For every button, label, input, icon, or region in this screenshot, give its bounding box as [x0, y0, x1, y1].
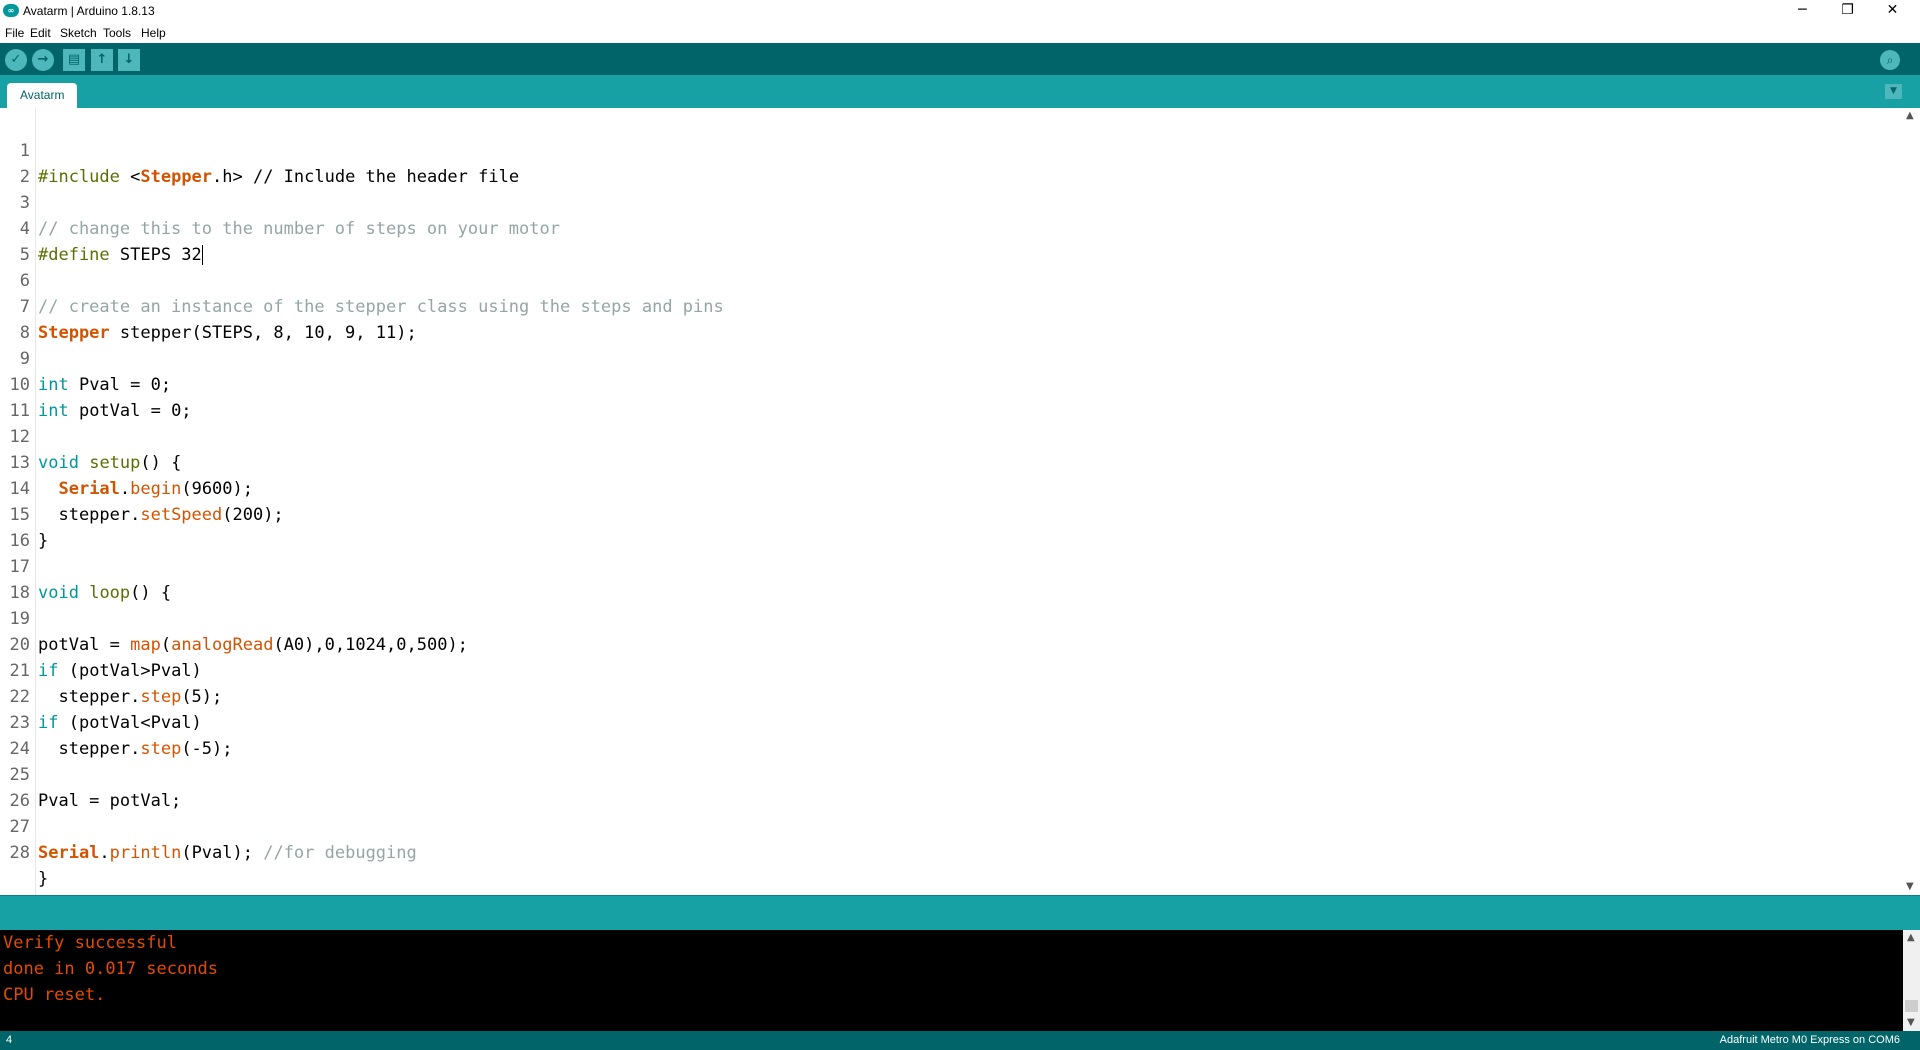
- open-sketch-icon[interactable]: ↑: [91, 49, 113, 71]
- menu-bar: File Edit Sketch Tools Help: [0, 23, 1920, 44]
- line-number: 28: [9, 843, 30, 863]
- console-scrollbar[interactable]: ▲ ▼: [1903, 930, 1920, 1031]
- code-line-19: 19 potVal = map(analogRead(A0),0,1024,0,…: [0, 580, 468, 655]
- tab-avatarm[interactable]: Avatarm: [7, 83, 78, 108]
- window-title: Avatarm | Arduino 1.8.13: [23, 4, 155, 18]
- code-line-23: 23 stepper.step(-5);: [0, 684, 233, 759]
- toolbar: ✓ → ▤ ↑ ↓ ⌕: [0, 43, 1920, 75]
- code-line-10: 10 int potVal = 0;: [0, 346, 192, 421]
- code-text: int potVal = 0;: [38, 401, 192, 421]
- console-line: done in 0.017 seconds: [3, 959, 218, 979]
- scroll-thumb[interactable]: [1905, 1000, 1918, 1012]
- code-text: stepper.setSpeed(200);: [38, 505, 284, 525]
- code-line-16: 16: [0, 502, 41, 551]
- close-button[interactable]: ✕: [1870, 0, 1915, 23]
- code-line-28: 28 }: [0, 814, 49, 889]
- menu-file[interactable]: File: [5, 26, 24, 40]
- text-caret: [201, 245, 203, 265]
- code-line-12: 12 void setup() {: [0, 398, 182, 473]
- minimize-button[interactable]: ─: [1780, 0, 1825, 23]
- code-line-9: 9 int Pval = 0;: [0, 320, 171, 395]
- code-comment: // create an instance of the stepper cla…: [38, 297, 724, 317]
- code-line-24: 24: [0, 710, 41, 759]
- restore-button[interactable]: ❐: [1825, 0, 1870, 23]
- code-text: potVal = map(analogRead(A0),0,1024,0,500…: [38, 635, 468, 655]
- code-line-2: 2: [0, 138, 41, 187]
- code-line-20: 20 if (potVal>Pval): [0, 606, 202, 681]
- code-text: #include <Stepper.h> // Include the head…: [38, 167, 520, 187]
- serial-monitor-icon[interactable]: ⌕: [1880, 50, 1900, 70]
- arduino-logo-icon: ∞: [3, 4, 19, 17]
- editor-scrollbar[interactable]: ▲ ▼: [1903, 108, 1920, 895]
- code-line-1: 1 #include <Stepper.h> // Include the he…: [0, 112, 519, 187]
- code-text: #define STEPS 32: [38, 245, 203, 265]
- code-line-18: 18: [0, 554, 41, 603]
- console-output: Verify successful done in 0.017 seconds …: [0, 930, 1920, 1031]
- code-line-11: 11: [0, 372, 41, 421]
- tabs-bar: Avatarm ▼: [0, 75, 1920, 108]
- code-line-5: 5: [0, 216, 41, 265]
- code-text: Pval = potVal;: [38, 791, 182, 811]
- code-text: int Pval = 0;: [38, 375, 172, 395]
- new-sketch-icon[interactable]: ▤: [63, 49, 85, 71]
- code-line-4: 4 #define STEPS 32: [0, 190, 203, 265]
- code-text: Serial.begin(9600);: [58, 479, 253, 499]
- message-area[interactable]: [0, 895, 1920, 931]
- code-line-26: 26: [0, 762, 41, 811]
- code-line-25: 25 Pval = potVal;: [0, 736, 182, 811]
- code-editor[interactable]: 1 #include <Stepper.h> // Include the he…: [0, 108, 1920, 895]
- code-text: Serial.println(Pval); //for debugging: [38, 843, 417, 863]
- menu-edit[interactable]: Edit: [30, 26, 51, 40]
- code-text: stepper.step(-5);: [38, 739, 233, 759]
- code-text: if (potVal<Pval): [38, 713, 202, 733]
- code-line-15: 15 }: [0, 476, 49, 551]
- code-line-21: 21 stepper.step(5);: [0, 632, 223, 707]
- status-bar: 4 Adafruit Metro M0 Express on COM6: [0, 1031, 1920, 1050]
- code-line-6: 6 // create an instance of the stepper c…: [0, 242, 724, 317]
- menu-help[interactable]: Help: [141, 26, 166, 40]
- scroll-up-icon[interactable]: ▲: [1906, 110, 1914, 121]
- code-line-13: 13 Serial.begin(9600);: [0, 424, 253, 499]
- code-comment: // change this to the number of steps on…: [38, 219, 560, 239]
- scroll-up-icon[interactable]: ▲: [1907, 932, 1915, 943]
- tab-menu-chevron-down-icon[interactable]: ▼: [1885, 84, 1902, 99]
- code-line-27: 27 Serial.println(Pval); //for debugging: [0, 788, 417, 863]
- console-line: CPU reset.: [3, 985, 106, 1005]
- upload-icon[interactable]: →: [32, 49, 54, 71]
- status-board-port: Adafruit Metro M0 Express on COM6: [1719, 1034, 1900, 1046]
- code-line-17: 17 void loop() {: [0, 528, 172, 603]
- menu-sketch[interactable]: Sketch: [60, 26, 97, 40]
- code-text: }: [38, 869, 49, 889]
- scroll-down-icon[interactable]: ▼: [1907, 1017, 1915, 1028]
- save-sketch-icon[interactable]: ↓: [118, 49, 140, 71]
- code-line-7: 7 Stepper stepper(STEPS, 8, 10, 9, 11);: [0, 268, 417, 343]
- code-line-14: 14 stepper.setSpeed(200);: [0, 450, 284, 525]
- menu-tools[interactable]: Tools: [103, 26, 131, 40]
- code-text: Stepper stepper(STEPS, 8, 10, 9, 11);: [38, 323, 417, 343]
- title-bar: ∞ Avatarm | Arduino 1.8.13 ─ ❐ ✕: [0, 0, 1920, 23]
- code-line-8: 8: [0, 294, 41, 343]
- scroll-down-icon[interactable]: ▼: [1906, 881, 1914, 892]
- verify-icon[interactable]: ✓: [5, 49, 27, 71]
- code-text: void loop() {: [38, 583, 172, 603]
- code-text: void setup() {: [38, 453, 182, 473]
- status-line-number: 4: [6, 1034, 13, 1046]
- code-line-22: 22 if (potVal<Pval): [0, 658, 202, 733]
- code-text: if (potVal>Pval): [38, 661, 202, 681]
- console-line: Verify successful: [3, 933, 177, 953]
- code-text: stepper.step(5);: [38, 687, 223, 707]
- code-line-3: 3 // change this to the number of steps …: [0, 164, 560, 239]
